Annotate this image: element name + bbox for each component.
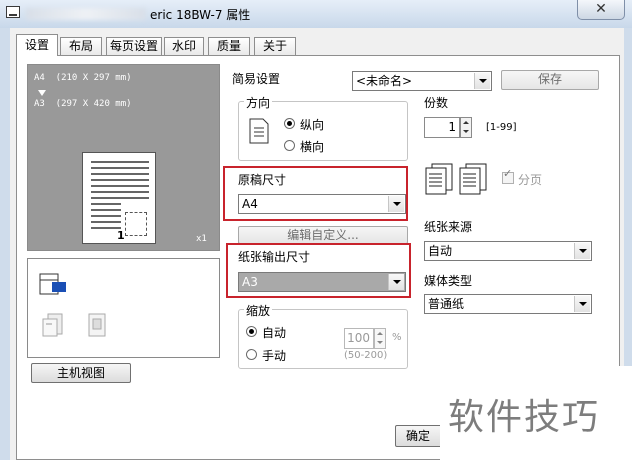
- preview-zoom: x1: [196, 234, 207, 244]
- punch-icon: [88, 313, 106, 337]
- portrait-radio[interactable]: [284, 118, 295, 129]
- page-number: 1: [117, 229, 125, 242]
- orientation-title: 方向: [244, 94, 273, 111]
- tab-layout[interactable]: 布局: [60, 37, 102, 55]
- printer-output-icon: [39, 273, 66, 295]
- collate-label: 分页: [518, 173, 543, 187]
- easy-setting-select[interactable]: <未命名>: [352, 71, 492, 91]
- tab-settings[interactable]: 设置: [16, 34, 58, 56]
- chevron-down-icon[interactable]: [574, 243, 590, 259]
- scaling-auto-label: 自动: [262, 326, 287, 340]
- tab-quality[interactable]: 质量: [208, 37, 250, 55]
- landscape-radio[interactable]: [284, 140, 295, 151]
- easy-setting-value: <未命名>: [356, 74, 413, 88]
- scaling-input[interactable]: 100: [344, 328, 374, 349]
- checkmark-icon: ✓: [503, 167, 513, 180]
- landscape-label: 横向: [300, 140, 325, 154]
- title-redaction: [26, 8, 146, 20]
- scaling-title: 缩放: [244, 302, 273, 319]
- original-size-highlight: [223, 166, 408, 221]
- host-view-button[interactable]: 主机视图: [31, 363, 131, 383]
- scaling-stepper[interactable]: [374, 328, 386, 349]
- tab-per-page-settings[interactable]: 每页设置: [106, 37, 162, 55]
- original-size-text: A4 (210 X 297 mm): [34, 73, 132, 83]
- easy-setting-label: 简易设置: [232, 72, 281, 86]
- output-size-highlight: [226, 243, 411, 298]
- scaling-auto-radio[interactable]: [246, 326, 257, 337]
- window-title: eric 18BW-7 属性: [150, 8, 251, 22]
- scaling-manual-label: 手动: [262, 349, 287, 363]
- triangle-down-icon: [38, 90, 46, 96]
- tab-watermark[interactable]: 水印: [164, 37, 204, 55]
- portrait-page-icon: [249, 118, 269, 144]
- staple-icon: [42, 313, 63, 337]
- scaling-manual-radio[interactable]: [246, 349, 257, 360]
- copies-stepper[interactable]: [460, 117, 472, 138]
- edit-custom-button[interactable]: 编辑自定义...: [238, 226, 408, 244]
- paper-source-value: 自动: [428, 244, 453, 258]
- copies-label: 份数: [424, 96, 449, 110]
- chevron-down-icon[interactable]: [474, 73, 490, 89]
- media-type-value: 普通纸: [428, 297, 465, 311]
- scaling-unit: %: [392, 332, 402, 343]
- media-type-select[interactable]: 普通纸: [424, 294, 592, 314]
- scaling-range: (50-200): [344, 350, 388, 361]
- tab-about[interactable]: 关于: [254, 37, 296, 55]
- save-button[interactable]: 保存: [501, 70, 599, 90]
- media-type-label: 媒体类型: [424, 274, 473, 288]
- copies-range: [1-99]: [486, 122, 517, 133]
- chevron-down-icon[interactable]: [574, 296, 590, 312]
- thumbnail-icon: [125, 212, 147, 236]
- close-button[interactable]: ✕: [577, 0, 625, 20]
- portrait-label: 纵向: [300, 118, 325, 132]
- paper-source-label: 纸张来源: [424, 220, 473, 234]
- printer-icon: [6, 6, 20, 18]
- paper-source-select[interactable]: 自动: [424, 241, 592, 261]
- copies-input[interactable]: 1: [424, 117, 460, 138]
- output-size-text: A3 (297 X 420 mm): [34, 99, 132, 109]
- collate-pages-icon: [425, 163, 487, 195]
- watermark-text: 软件技巧: [448, 397, 601, 438]
